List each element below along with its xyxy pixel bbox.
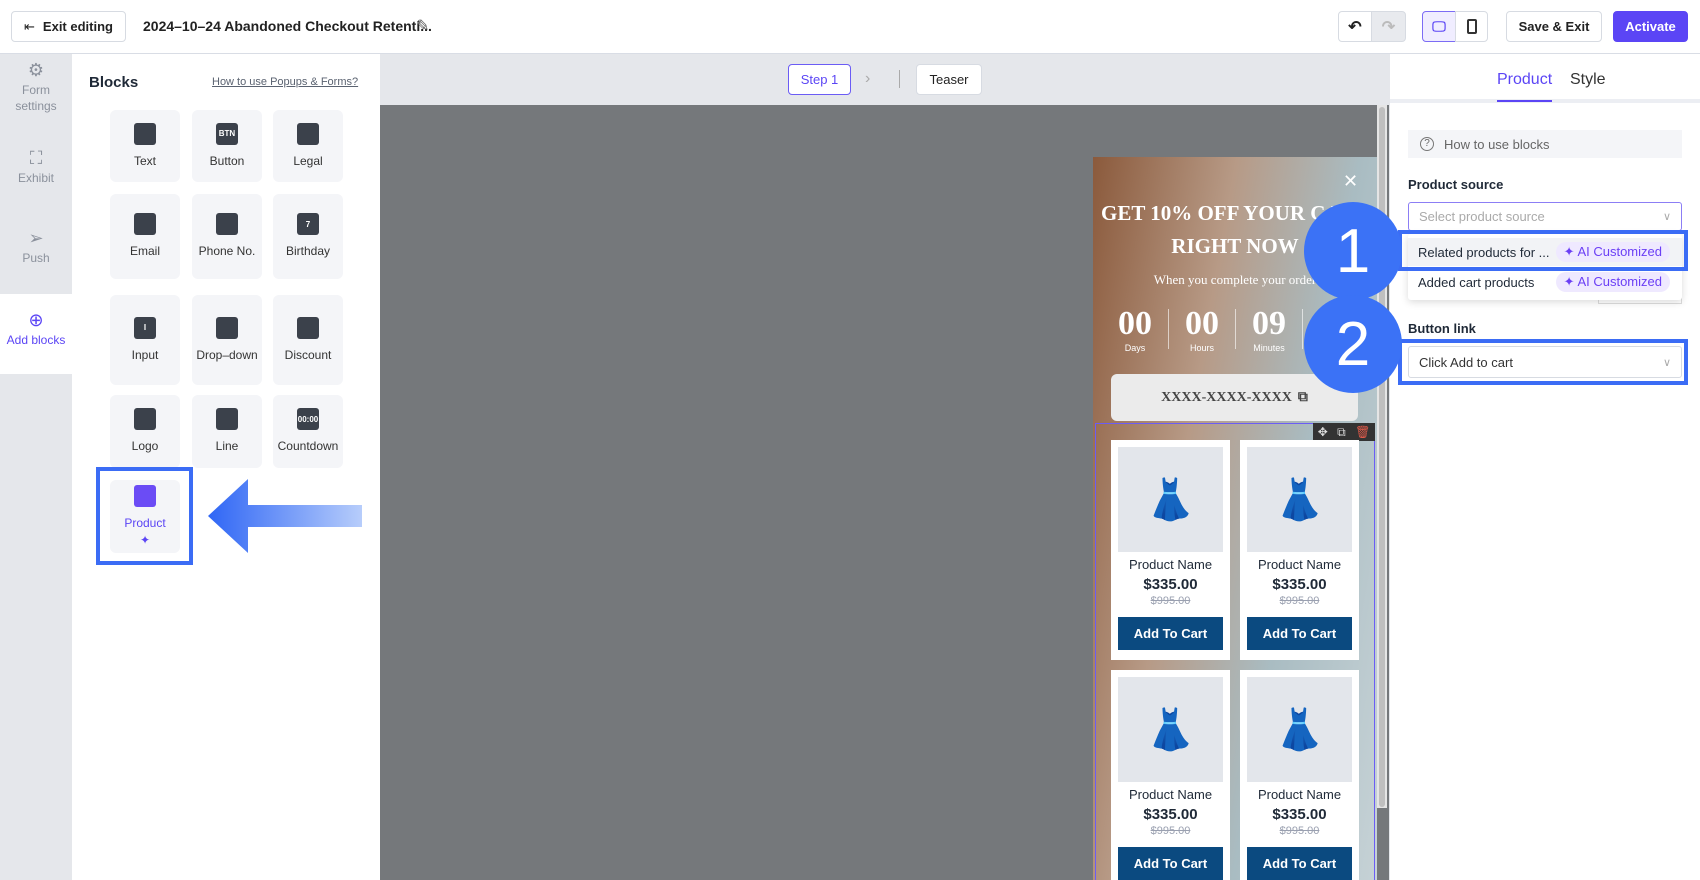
rail-exhibit[interactable]: ⛶ Exhibit (0, 148, 72, 186)
highlight-box-2 (1398, 339, 1688, 385)
blocks-title: Blocks (89, 74, 139, 91)
ai-customized-badge: ✦ AI Customized (1555, 272, 1670, 292)
phone-no-block-icon (216, 213, 238, 235)
dress-placeholder-icon: 👗 (1118, 677, 1223, 782)
product-highlight-box (96, 467, 193, 565)
send-icon: ➢ (28, 228, 44, 248)
button-block-icon: BTN (216, 122, 238, 145)
block-logo[interactable]: Logo (110, 395, 180, 468)
legal-block-icon (297, 122, 319, 145)
mobile-view-button[interactable] (1455, 11, 1488, 42)
redo-button[interactable]: ↷ (1371, 11, 1406, 42)
tab-product[interactable]: Product (1497, 71, 1553, 102)
block-text[interactable]: Text (110, 110, 180, 182)
block-line[interactable]: Line (192, 395, 262, 468)
save-exit-button[interactable]: Save & Exit (1506, 11, 1602, 42)
rail-add-blocks[interactable]: ⊕ Add blocks (0, 294, 72, 374)
block-drop-down[interactable]: Drop–down (192, 295, 262, 385)
delete-icon[interactable]: 🗑 (1355, 425, 1370, 439)
add-to-cart-button[interactable]: Add To Cart (1247, 847, 1352, 880)
block-birthday[interactable]: 7 Birthday (273, 194, 343, 279)
block-email[interactable]: Email (110, 194, 180, 279)
discount-block-icon (297, 316, 319, 339)
product-card: 👗 Product Name $335.00 $995.00 Add To Cart (1240, 670, 1359, 880)
countdown-unit: 00 Hours (1185, 305, 1219, 353)
highlight-box-1 (1398, 230, 1688, 271)
dress-placeholder-icon: 👗 (1118, 447, 1223, 552)
teaser-tab[interactable]: Teaser (916, 64, 982, 95)
button-link-label: Button link (1408, 321, 1476, 336)
dress-placeholder-icon: 👗 (1247, 447, 1352, 552)
add-to-cart-button[interactable]: Add To Cart (1118, 847, 1223, 880)
step-bar: Step 1 › Teaser (380, 54, 1389, 105)
product-source-select[interactable]: Select product source ∨ (1408, 202, 1682, 231)
product-source-label: Product source (1408, 177, 1504, 192)
arrow-pointer-icon (208, 479, 362, 553)
tab-style[interactable]: Style (1570, 71, 1606, 89)
logo-block-icon (134, 408, 156, 430)
annotation-badge-1: 1 (1304, 202, 1402, 300)
move-icon[interactable]: ✥ (1318, 425, 1328, 439)
properties-panel: Product Style ? How to use blocks Product… (1389, 54, 1700, 880)
email-block-icon (134, 213, 156, 235)
top-bar: ⇤ Exit editing 2024–10–24 Abandoned Check… (0, 0, 1700, 54)
exit-editing-button[interactable]: ⇤ Exit editing (11, 11, 126, 42)
block-phone-no[interactable]: Phone No. (192, 194, 262, 279)
input-block-icon: I (134, 316, 156, 339)
block-input[interactable]: I Input (110, 295, 180, 385)
add-to-cart-button[interactable]: Add To Cart (1247, 617, 1352, 650)
add-to-cart-button[interactable]: Add To Cart (1118, 617, 1223, 650)
exit-icon: ⇤ (24, 18, 35, 34)
undo-button[interactable]: ↶ (1338, 11, 1372, 42)
help-icon: ? (1420, 137, 1434, 151)
product-card: 👗 Product Name $335.00 $995.00 Add To Cart (1111, 440, 1230, 660)
divider (899, 70, 900, 88)
desktop-view-button[interactable]: 🖵 (1422, 11, 1456, 42)
product-card: 👗 Product Name $335.00 $995.00 Add To Cart (1111, 670, 1230, 880)
countdown-unit: 00 Days (1118, 305, 1152, 353)
countdown-unit: 09 Minutes (1252, 305, 1286, 353)
form-title: 2024–10–24 Abandoned Checkout Retenti... (143, 18, 432, 34)
drop-down-block-icon (216, 316, 238, 339)
text-block-icon (134, 122, 156, 145)
close-icon[interactable]: ✕ (1343, 171, 1358, 192)
annotation-badge-2: 2 (1304, 295, 1402, 393)
block-discount[interactable]: Discount (273, 295, 343, 385)
birthday-block-icon: 7 (297, 213, 319, 235)
block-toolbar: ✥ ⧉ 🗑 (1313, 423, 1375, 441)
dress-placeholder-icon: 👗 (1247, 677, 1352, 782)
activate-button[interactable]: Activate (1613, 11, 1688, 42)
block-legal[interactable]: Legal (273, 110, 343, 182)
block-button[interactable]: BTN Button (192, 110, 262, 182)
block-countdown[interactable]: 00:00 Countdown (273, 395, 343, 468)
desktop-icon: 🖵 (1432, 18, 1446, 34)
edit-title-icon[interactable]: ✎ (416, 16, 429, 36)
chevron-down-icon: ∨ (1662, 211, 1671, 223)
help-link[interactable]: How to use Popups & Forms? (212, 76, 358, 88)
countdown-block-icon: 00:00 (297, 408, 319, 430)
line-block-icon (216, 408, 238, 430)
chevron-right-icon: › (865, 70, 871, 87)
left-rail: ⚙ Form settings ⛶ Exhibit ➢ Push ⊕ Add block… (0, 54, 72, 880)
how-to-use-blocks-link[interactable]: ? How to use blocks (1408, 130, 1682, 158)
step-1-tab[interactable]: Step 1 (788, 64, 851, 95)
mobile-icon (1466, 19, 1477, 34)
gear-icon: ⚙ (27, 60, 45, 80)
rail-push[interactable]: ➢ Push (0, 228, 72, 266)
duplicate-icon[interactable]: ⧉ (1337, 425, 1346, 440)
exhibit-icon: ⛶ (29, 148, 43, 168)
copy-icon[interactable]: ⧉ (1298, 390, 1308, 406)
product-card: 👗 Product Name $335.00 $995.00 Add To Cart (1240, 440, 1359, 660)
rail-form-settings[interactable]: ⚙ Form settings (0, 60, 72, 114)
plus-circle-icon: ⊕ (28, 310, 44, 330)
option-added-cart-products[interactable]: Added cart products ✦ AI Customized (1408, 268, 1682, 296)
